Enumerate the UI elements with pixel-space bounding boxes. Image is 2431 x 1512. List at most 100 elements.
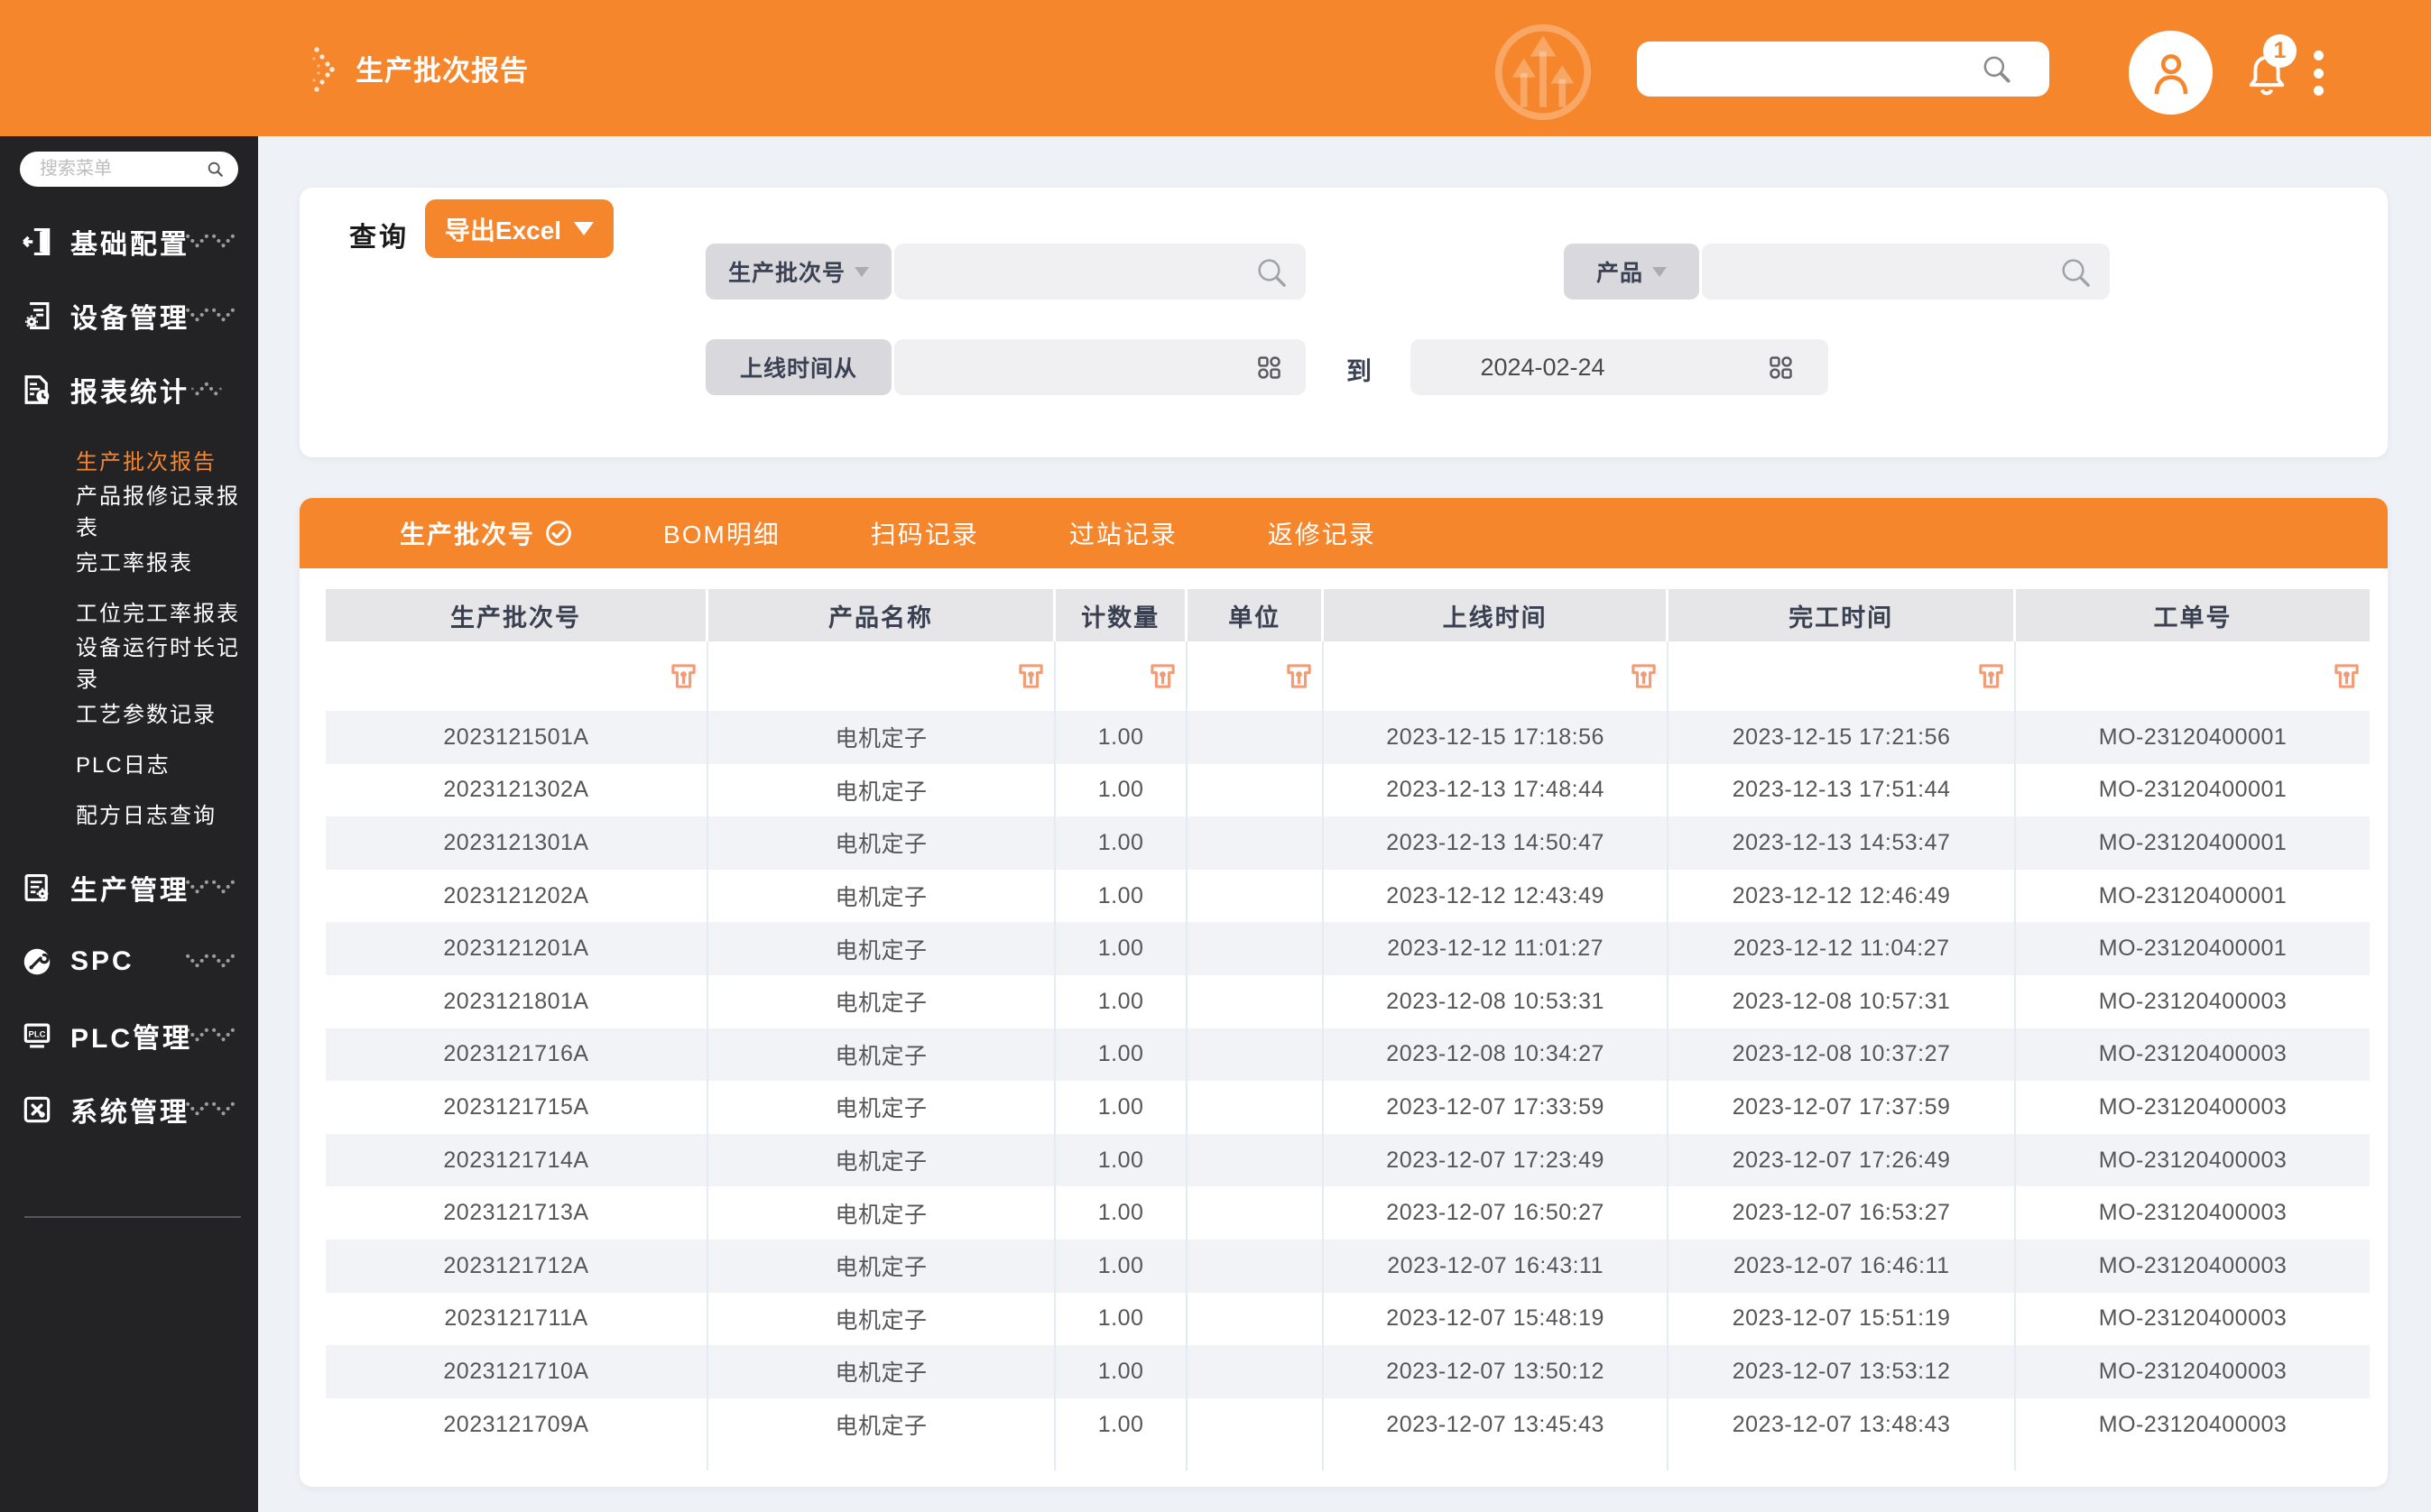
column-header[interactable]: 产品名称 bbox=[708, 589, 1056, 641]
column-filter-icon[interactable] bbox=[1285, 662, 1313, 690]
submenu-item-process-parameter-record[interactable]: 工艺参数记录 bbox=[0, 687, 258, 737]
tab-production-batch[interactable]: 生产批次号 bbox=[400, 515, 573, 551]
column-header[interactable]: 生产批次号 bbox=[326, 589, 708, 641]
tab-scan-record[interactable]: 扫码记录 bbox=[871, 515, 979, 551]
table-cell: 1.00 bbox=[1056, 1028, 1188, 1082]
batch-field-selector[interactable]: 生产批次号 bbox=[706, 244, 892, 300]
clipboard-gear-icon bbox=[20, 871, 54, 905]
batch-search-input[interactable] bbox=[894, 244, 1306, 300]
table-cell: 1.00 bbox=[1056, 711, 1188, 764]
column-header[interactable]: 工单号 bbox=[2016, 589, 2370, 641]
column-filter-icon[interactable] bbox=[2333, 662, 2361, 690]
table-cell: 2023-12-12 12:46:49 bbox=[1668, 870, 2016, 923]
table-cell: 电机定子 bbox=[708, 975, 1056, 1028]
table-cell: 1.00 bbox=[1056, 1293, 1188, 1346]
table-row[interactable]: 2023121202A电机定子1.002023-12-12 12:43:4920… bbox=[326, 870, 2370, 923]
column-header[interactable]: 完工时间 bbox=[1668, 589, 2016, 641]
table-row[interactable]: 2023121715A电机定子1.002023-12-07 17:33:5920… bbox=[326, 1081, 2370, 1134]
table-cell: 电机定子 bbox=[708, 870, 1056, 923]
tail-cell bbox=[2016, 1451, 2370, 1471]
table-row[interactable]: 2023121709A电机定子1.002023-12-07 13:45:4320… bbox=[326, 1398, 2370, 1452]
table-cell: 电机定子 bbox=[708, 1240, 1056, 1293]
column-filter-icon[interactable] bbox=[1017, 662, 1045, 690]
dotted-chevron-icon bbox=[184, 302, 236, 329]
submenu-item-recipe-log-query[interactable]: 配方日志查询 bbox=[0, 788, 258, 838]
table-tail-row bbox=[326, 1451, 2370, 1471]
table-cell bbox=[1188, 1028, 1324, 1082]
table-cell: 电机定子 bbox=[708, 922, 1056, 975]
sidebar-item-system-management[interactable]: 系统管理 bbox=[0, 1073, 258, 1147]
table-cell: MO-23120400003 bbox=[2016, 975, 2370, 1028]
sidebar-item-spc[interactable]: SPC bbox=[0, 925, 258, 999]
table-cell: 2023-12-08 10:34:27 bbox=[1324, 1028, 1668, 1082]
table-row[interactable]: 2023121710A电机定子1.002023-12-07 13:50:1220… bbox=[326, 1345, 2370, 1398]
table-row[interactable]: 2023121301A电机定子1.002023-12-13 14:50:4720… bbox=[326, 816, 2370, 870]
table-cell: 2023-12-07 17:33:59 bbox=[1324, 1081, 1668, 1134]
column-filter-icon[interactable] bbox=[1977, 662, 2005, 690]
table-cell: 2023121801A bbox=[326, 975, 708, 1028]
column-filter-icon[interactable] bbox=[670, 662, 698, 690]
submenu-item-plc-log[interactable]: PLC日志 bbox=[0, 737, 258, 788]
table-cell bbox=[1188, 711, 1324, 764]
submenu-item-product-repair-report[interactable]: 产品报修记录报表 bbox=[0, 484, 258, 535]
sidebar-item-report-statistics[interactable]: 报表统计 bbox=[0, 353, 258, 427]
spc-wrench-icon bbox=[20, 945, 54, 979]
table-cell: 2023-12-07 15:51:19 bbox=[1668, 1293, 2016, 1346]
table-cell: MO-23120400001 bbox=[2016, 816, 2370, 870]
column-header[interactable]: 单位 bbox=[1188, 589, 1324, 641]
table-cell: 2023-12-12 12:43:49 bbox=[1324, 870, 1668, 923]
table-cell: 1.00 bbox=[1056, 764, 1188, 817]
sidebar-item-device-management[interactable]: 设备管理 bbox=[0, 279, 258, 353]
table-cell: 2023121709A bbox=[326, 1398, 708, 1452]
online-time-from-label[interactable]: 上线时间从 bbox=[706, 339, 892, 395]
tab-rework-record[interactable]: 返修记录 bbox=[1268, 515, 1376, 551]
table-row[interactable]: 2023121714A电机定子1.002023-12-07 17:23:4920… bbox=[326, 1134, 2370, 1187]
table-cell bbox=[1188, 1186, 1324, 1240]
tab-bom-detail[interactable]: BOM明细 bbox=[663, 515, 781, 551]
dotted-chevron-icon bbox=[184, 376, 236, 403]
table-row[interactable]: 2023121201A电机定子1.002023-12-12 11:01:2720… bbox=[326, 922, 2370, 975]
notification-badge: 1 bbox=[2263, 34, 2297, 68]
submenu-item-completion-rate-report[interactable]: 完工率报表 bbox=[0, 535, 258, 585]
table-row[interactable]: 2023121501A电机定子1.002023-12-15 17:18:5620… bbox=[326, 711, 2370, 764]
submenu-item-station-completion-rate-report[interactable]: 工位完工率报表 bbox=[0, 585, 258, 636]
table-row[interactable]: 2023121801A电机定子1.002023-12-08 10:53:3120… bbox=[326, 975, 2370, 1028]
table-row[interactable]: 2023121713A电机定子1.002023-12-07 16:50:2720… bbox=[326, 1186, 2370, 1240]
table-cell: MO-23120400003 bbox=[2016, 1240, 2370, 1293]
product-field-selector[interactable]: 产品 bbox=[1564, 244, 1699, 300]
column-filter-icon[interactable] bbox=[1149, 662, 1177, 690]
tail-cell bbox=[708, 1451, 1056, 1471]
main-content: 查询 导出Excel 生产批次号 产品 bbox=[258, 136, 2431, 1512]
column-filter-icon[interactable] bbox=[1630, 662, 1658, 690]
export-excel-button[interactable]: 导出Excel bbox=[425, 199, 614, 258]
table-cell: 1.00 bbox=[1056, 870, 1188, 923]
tail-cell bbox=[1056, 1451, 1188, 1471]
column-header[interactable]: 计数量 bbox=[1056, 589, 1188, 641]
tab-station-pass-record[interactable]: 过站记录 bbox=[1069, 515, 1178, 551]
table-row[interactable]: 2023121711A电机定子1.002023-12-07 15:48:1920… bbox=[326, 1293, 2370, 1346]
result-tabs: 生产批次号 BOM明细 扫码记录 过站记录 返修记录 bbox=[300, 498, 2388, 568]
dotted-chevron-icon bbox=[184, 1022, 236, 1049]
table-row[interactable]: 2023121302A电机定子1.002023-12-13 17:48:4420… bbox=[326, 764, 2370, 817]
submenu-item-production-batch-report[interactable]: 生产批次报告 bbox=[0, 434, 258, 484]
user-avatar[interactable] bbox=[2129, 31, 2213, 115]
column-header[interactable]: 上线时间 bbox=[1324, 589, 1668, 641]
table-cell: 电机定子 bbox=[708, 1186, 1056, 1240]
table-row[interactable]: 2023121712A电机定子1.002023-12-07 16:43:1120… bbox=[326, 1240, 2370, 1293]
online-time-from-input[interactable] bbox=[894, 339, 1306, 395]
product-search-input[interactable] bbox=[1702, 244, 2110, 300]
sidebar-item-basic-config[interactable]: 基础配置 bbox=[0, 205, 258, 279]
table-cell: MO-23120400001 bbox=[2016, 711, 2370, 764]
table-cell: 2023121201A bbox=[326, 922, 708, 975]
table-cell: 2023-12-13 17:51:44 bbox=[1668, 764, 2016, 817]
sidebar-item-production-management[interactable]: 生产管理 bbox=[0, 851, 258, 925]
submenu-item-device-runtime-record[interactable]: 设备运行时长记录 bbox=[0, 636, 258, 687]
table-cell bbox=[1188, 1081, 1324, 1134]
table-cell: 2023-12-12 11:01:27 bbox=[1324, 922, 1668, 975]
more-menu-kebab-icon[interactable] bbox=[2312, 51, 2325, 96]
table-cell: 1.00 bbox=[1056, 1398, 1188, 1452]
table-cell: 2023-12-07 17:26:49 bbox=[1668, 1134, 2016, 1187]
sidebar-item-plc-management[interactable]: PLC PLC管理 bbox=[0, 999, 258, 1073]
table-row[interactable]: 2023121716A电机定子1.002023-12-08 10:34:2720… bbox=[326, 1028, 2370, 1082]
table-cell bbox=[1188, 1398, 1324, 1452]
